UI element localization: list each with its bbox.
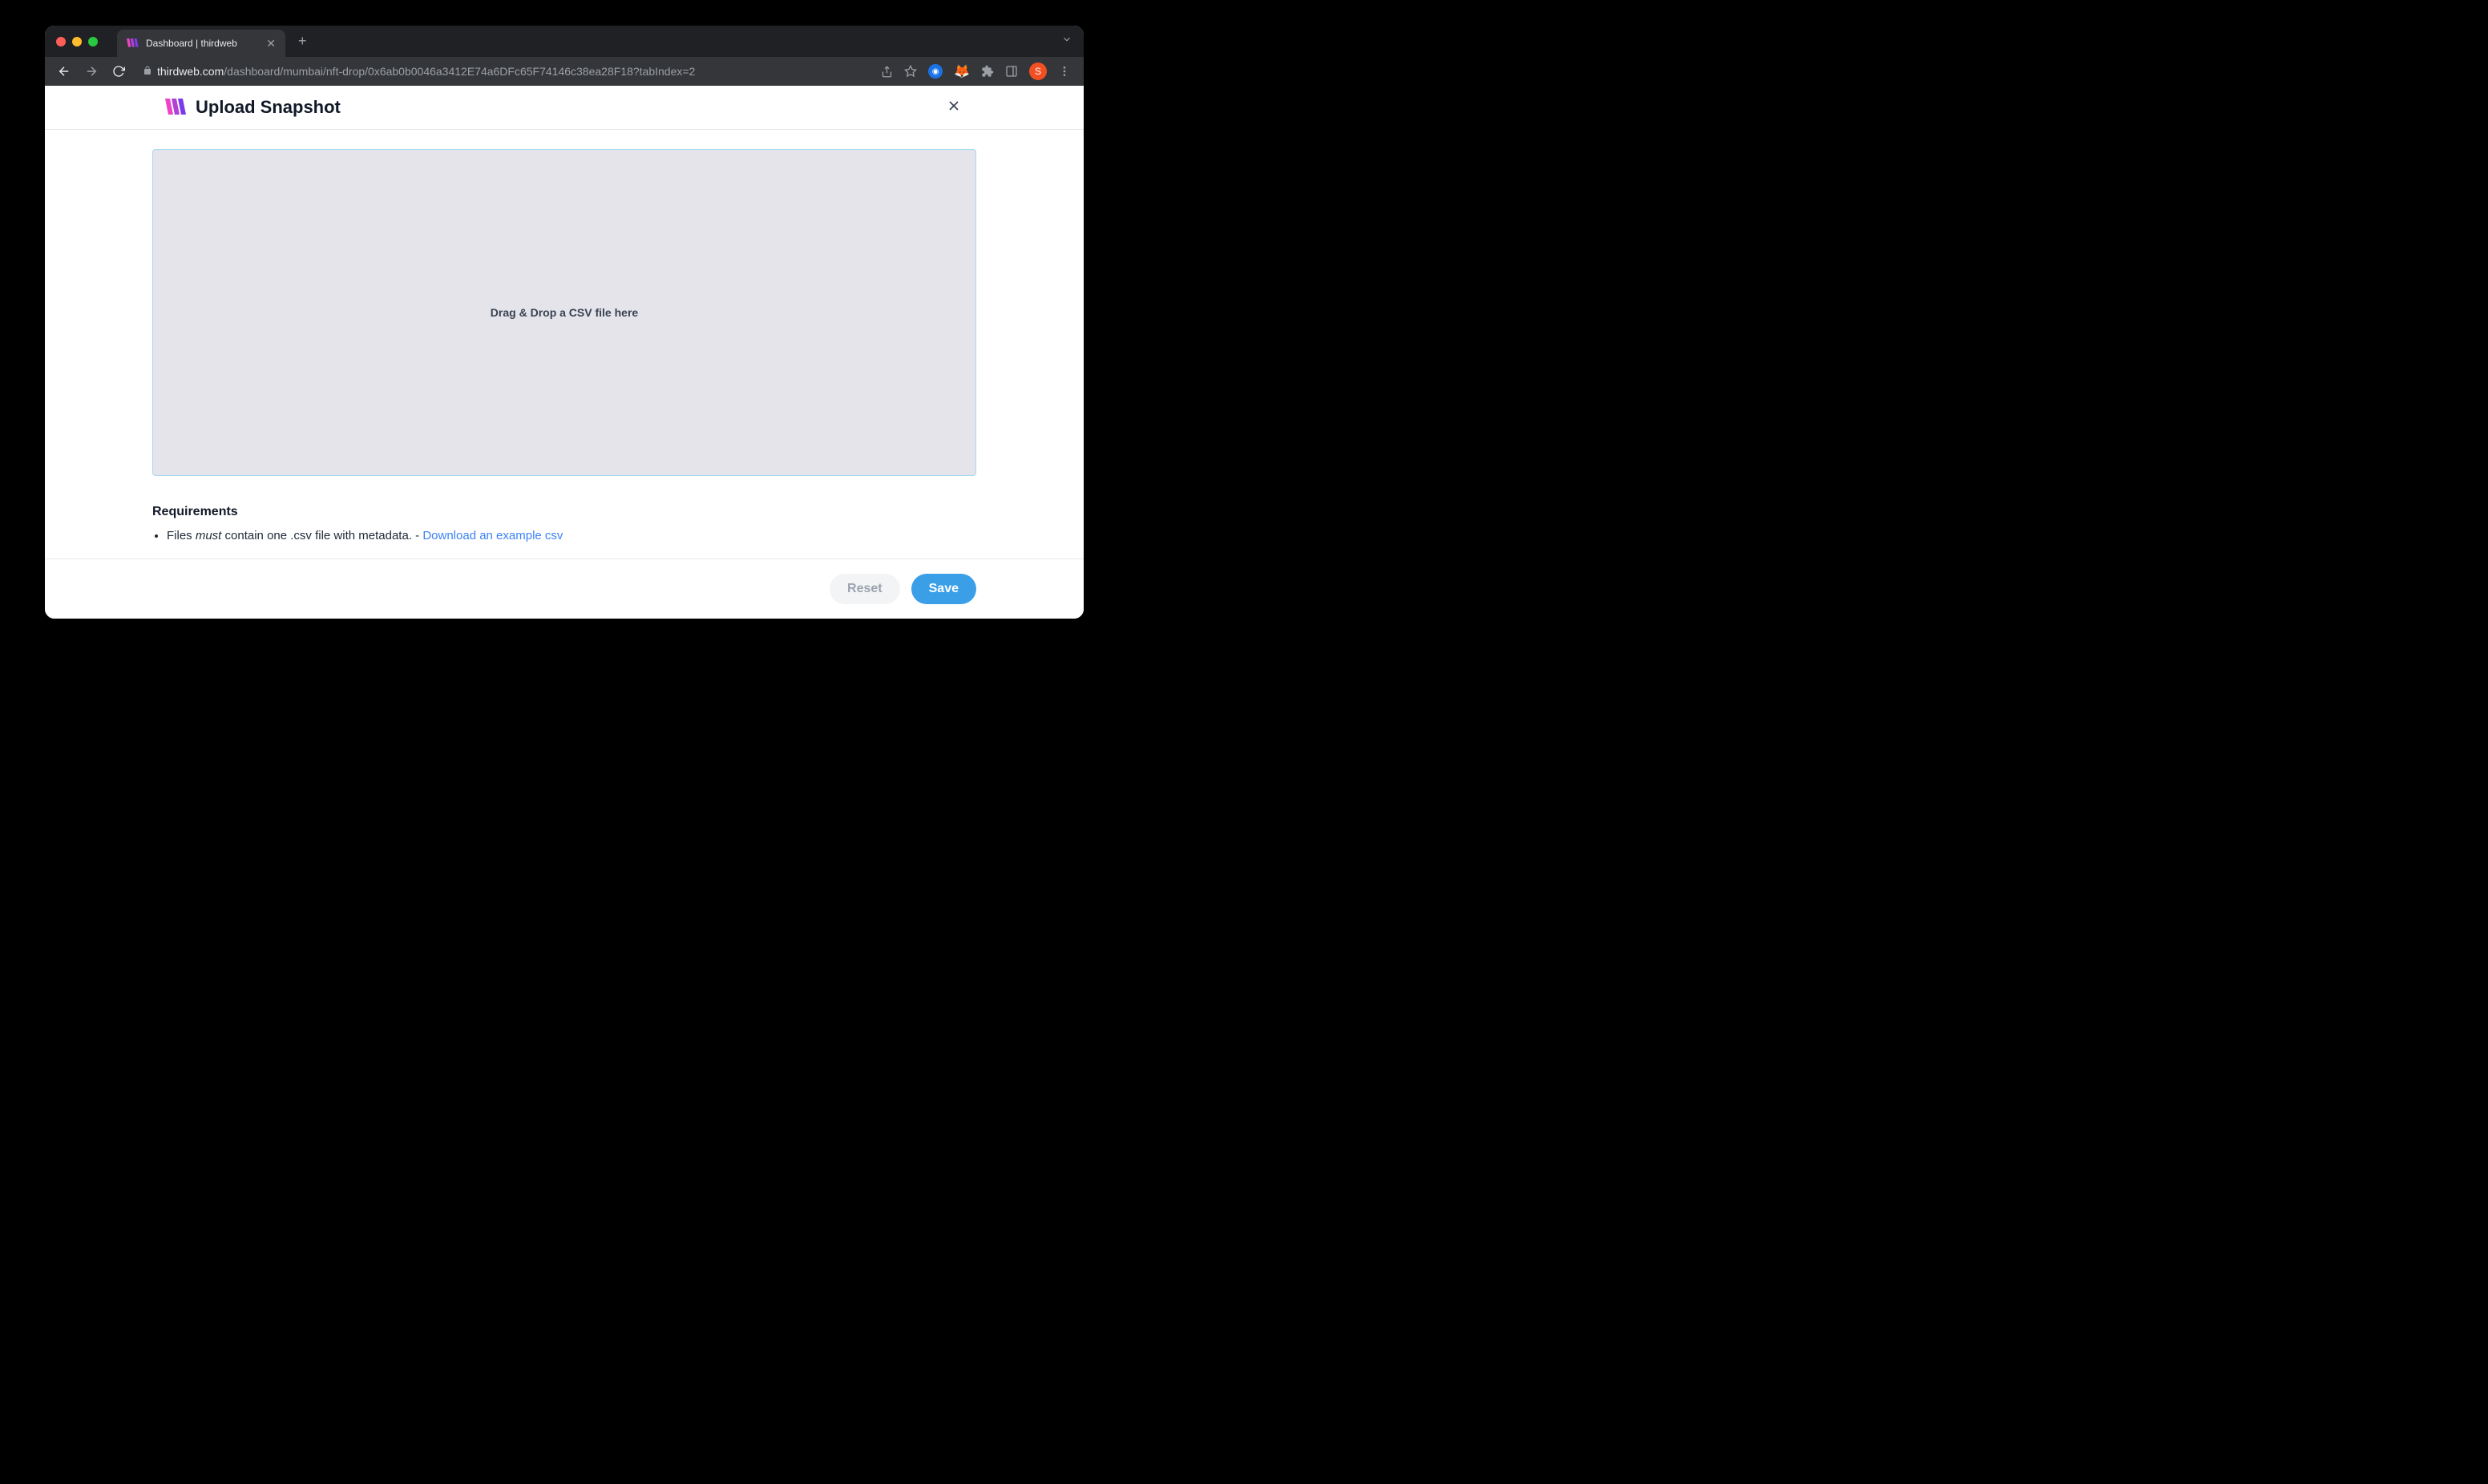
req-text-suffix: contain one .csv file with metadata. - (221, 529, 422, 542)
download-example-link[interactable]: Download an example csv (422, 529, 563, 542)
req-text-prefix: Files (167, 529, 196, 542)
browser-tab-strip: Dashboard | thirdweb ✕ + (45, 26, 1084, 57)
new-tab-button[interactable]: + (292, 33, 313, 50)
extensions-icon[interactable] (981, 65, 994, 78)
reload-button[interactable] (107, 60, 130, 83)
reset-button[interactable]: Reset (830, 574, 900, 604)
requirements-section: Requirements Files must contain one .csv… (152, 505, 976, 542)
back-button[interactable] (53, 60, 75, 83)
thirdweb-favicon (127, 38, 139, 48)
modal-body: Drag & Drop a CSV file here Requirements… (45, 130, 1084, 559)
modal-header: Upload Snapshot (45, 86, 1084, 130)
window-maximize-button[interactable] (88, 37, 98, 46)
url-text: thirdweb.com/dashboard/mumbai/nft-drop/0… (157, 65, 695, 78)
modal-header-left: Upload Snapshot (165, 97, 341, 118)
browser-window: Dashboard | thirdweb ✕ + thirdweb.com/da… (45, 26, 1084, 619)
tab-close-icon[interactable]: ✕ (266, 38, 276, 49)
extension-icon-blue[interactable]: ◉ (928, 64, 943, 79)
req-text-must: must (196, 529, 222, 542)
thirdweb-logo-icon (165, 99, 188, 116)
address-bar[interactable]: thirdweb.com/dashboard/mumbai/nft-drop/0… (135, 65, 876, 78)
save-button[interactable]: Save (911, 574, 976, 604)
avatar-letter: S (1035, 66, 1041, 77)
window-minimize-button[interactable] (72, 37, 82, 46)
browser-toolbar: thirdweb.com/dashboard/mumbai/nft-drop/0… (45, 57, 1084, 86)
requirements-heading: Requirements (152, 505, 976, 519)
page-content: Upload Snapshot Drag & Drop a CSV file h… (45, 86, 1084, 619)
traffic-lights (56, 37, 98, 46)
toolbar-right-icons: ◉ 🦊 S (881, 63, 1076, 80)
forward-button[interactable] (80, 60, 103, 83)
file-dropzone[interactable]: Drag & Drop a CSV file here (152, 149, 976, 476)
panel-icon[interactable] (1005, 65, 1018, 78)
url-domain: thirdweb.com (157, 65, 224, 78)
profile-avatar[interactable]: S (1029, 63, 1047, 80)
dropzone-text: Drag & Drop a CSV file here (491, 306, 638, 319)
menu-icon[interactable] (1058, 65, 1071, 78)
lock-icon (143, 66, 152, 78)
modal-footer: Reset Save (45, 559, 1084, 619)
modal-close-button[interactable] (946, 98, 1068, 118)
window-dropdown-icon[interactable] (1061, 34, 1072, 49)
modal-title: Upload Snapshot (196, 97, 341, 118)
window-close-button[interactable] (56, 37, 66, 46)
requirements-list: Files must contain one .csv file with me… (152, 529, 976, 542)
metamask-icon[interactable]: 🦊 (954, 63, 970, 79)
browser-tab[interactable]: Dashboard | thirdweb ✕ (117, 30, 285, 57)
share-icon[interactable] (881, 66, 893, 78)
url-path: /dashboard/mumbai/nft-drop/0x6ab0b0046a3… (224, 65, 695, 78)
tab-title: Dashboard | thirdweb (146, 38, 260, 49)
requirement-item: Files must contain one .csv file with me… (167, 529, 976, 542)
star-icon[interactable] (904, 65, 917, 78)
